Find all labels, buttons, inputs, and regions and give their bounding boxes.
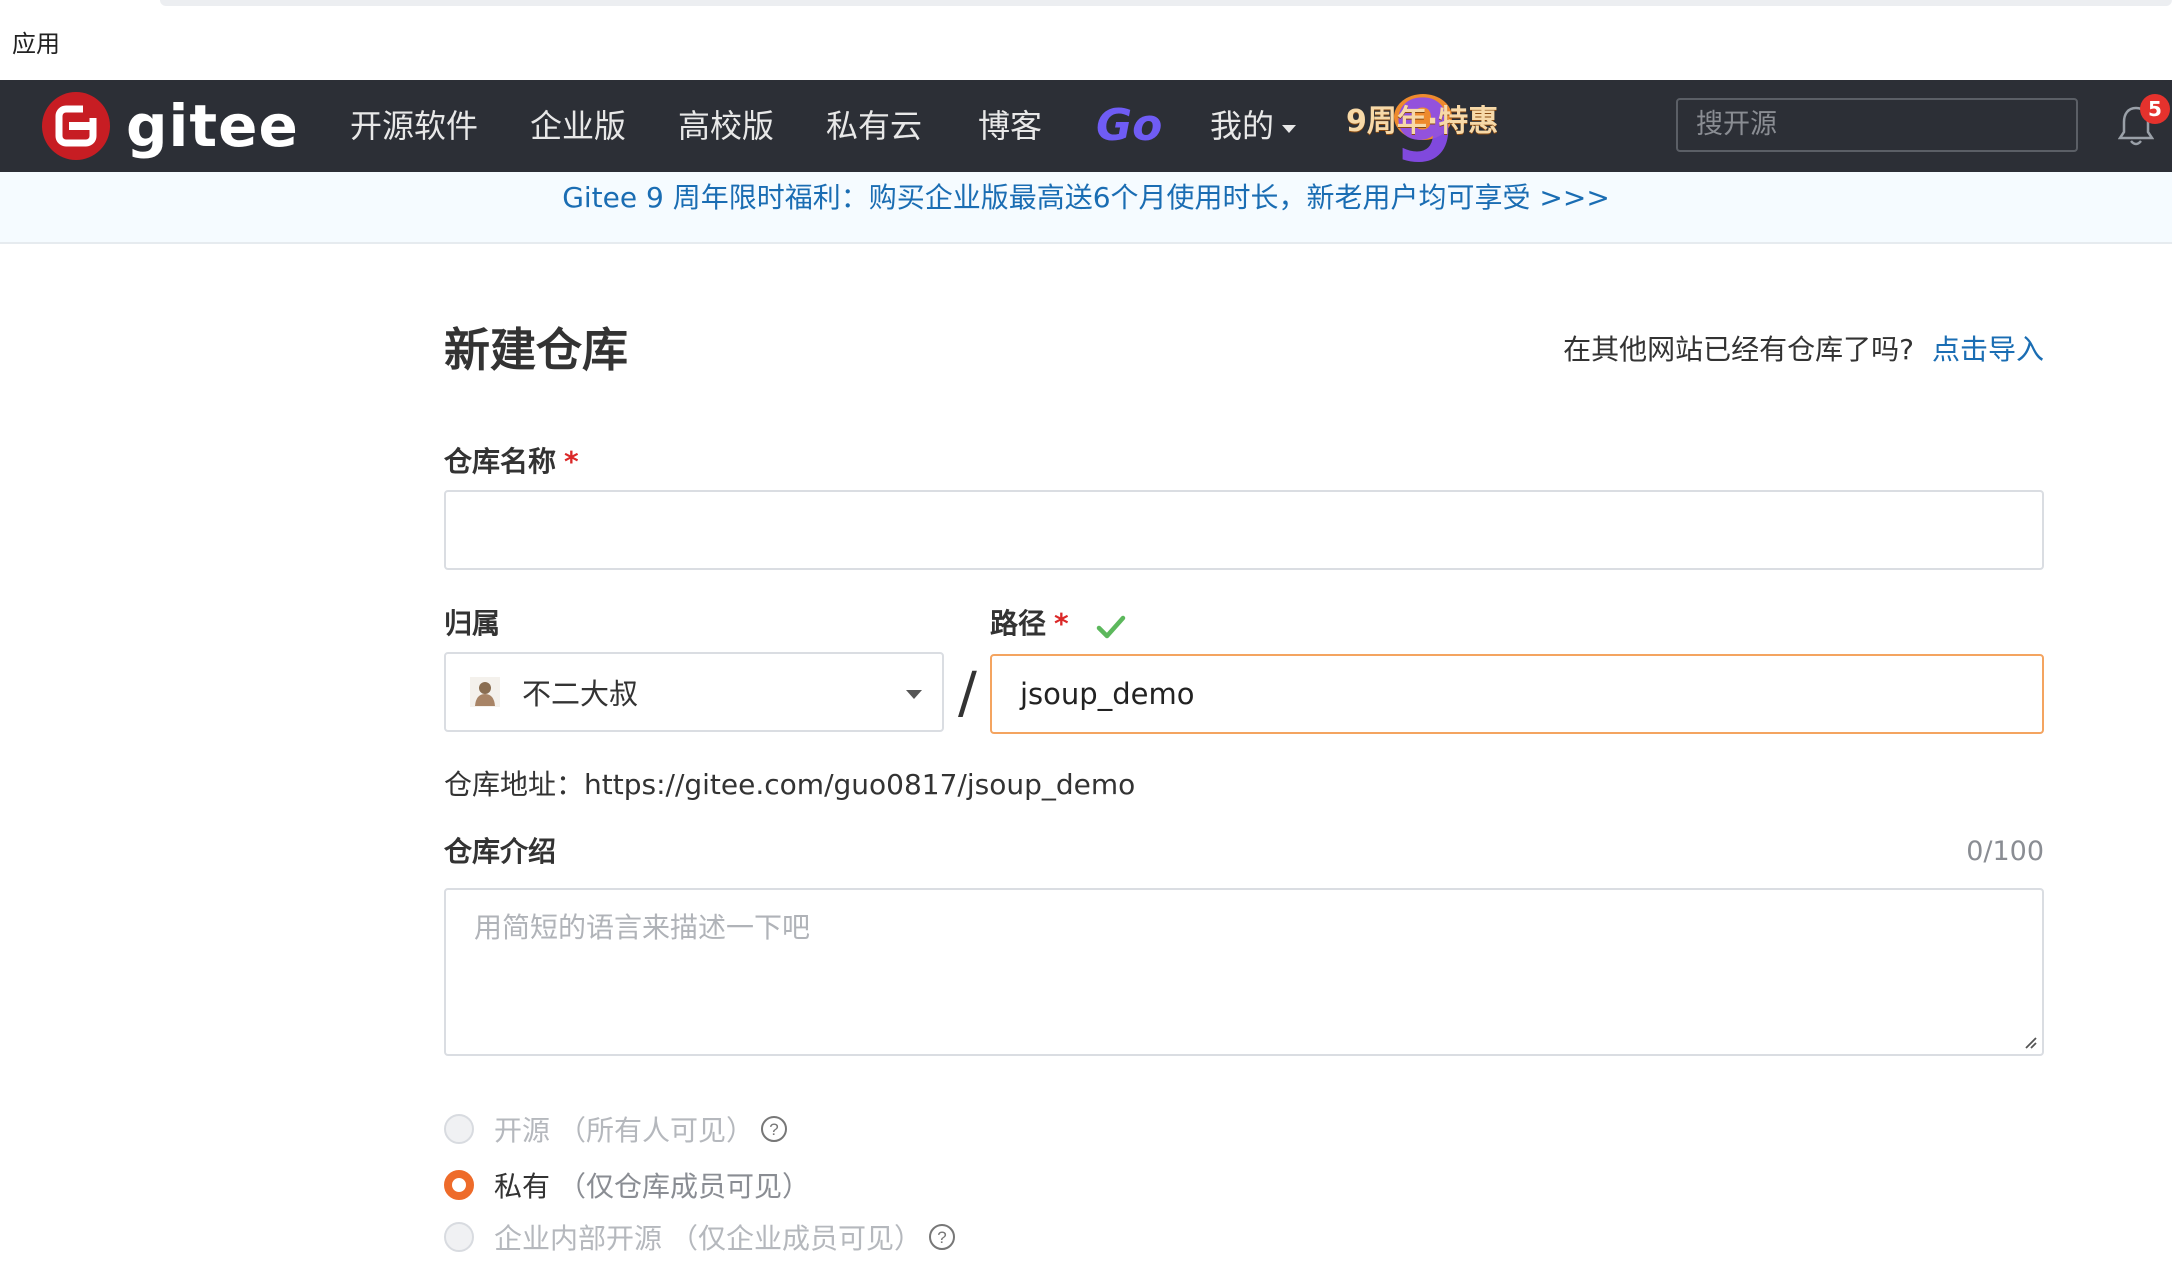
repo-name-label-text: 仓库名称 <box>444 445 557 478</box>
nav-blog[interactable]: 博客 <box>978 102 1042 150</box>
repo-path-input[interactable]: jsoup_demo <box>990 654 2044 734</box>
help-icon[interactable]: ? <box>928 1223 956 1251</box>
visibility-hint: （所有人可见） <box>558 1114 755 1147</box>
visibility-hint: （仅企业成员可见） <box>670 1222 923 1255</box>
radio-button[interactable] <box>444 1114 474 1144</box>
repo-address: 仓库地址：https://gitee.com/guo0817/jsoup_dem… <box>444 764 1135 806</box>
required-mark: * <box>564 445 579 478</box>
path-separator: / <box>958 661 977 726</box>
owner-value: 不二大叔 <box>522 677 639 711</box>
path-label-text: 路径 <box>990 607 1047 640</box>
repo-address-url: https://gitee.com/guo0817/jsoup_demo <box>584 768 1136 801</box>
visibility-option-enterprise[interactable]: 企业内部开源 （仅企业成员可见） ? <box>444 1216 956 1258</box>
desc-textarea[interactable]: 用简短的语言来描述一下吧 <box>444 888 2044 1056</box>
owner-select[interactable]: 不二大叔 <box>444 652 944 732</box>
desc-placeholder: 用简短的语言来描述一下吧 <box>474 911 811 944</box>
visibility-option-private[interactable]: 私有 （仅仓库成员可见） <box>444 1164 810 1206</box>
gitee-logo-icon <box>42 92 110 160</box>
desc-counter: 0/100 <box>1966 836 2044 867</box>
gitee-logo-text: gitee <box>126 92 299 160</box>
chevron-down-icon <box>1282 125 1297 133</box>
nav-education[interactable]: 高校版 <box>678 102 774 150</box>
browser-tab-edge <box>160 0 2172 6</box>
anniversary-promo[interactable]: 9 9周年·特惠 <box>1342 88 1512 175</box>
page-title: 新建仓库 <box>444 323 628 377</box>
notification-badge: 5 <box>2140 94 2170 124</box>
nav-open-source[interactable]: 开源软件 <box>350 102 478 150</box>
avatar <box>470 677 500 707</box>
promo-banner-link[interactable]: Gitee 9 周年限时福利：购买企业版最高送6个月使用时长，新老用户均可享受 … <box>562 181 1610 214</box>
svg-text:?: ? <box>937 1228 946 1247</box>
import-link[interactable]: 点击导入 <box>1932 333 2044 366</box>
repo-address-prefix: 仓库地址： <box>444 768 585 801</box>
promo-banner: Gitee 9 周年限时福利：购买企业版最高送6个月使用时长，新老用户均可享受 … <box>0 172 2172 244</box>
nav-enterprise[interactable]: 企业版 <box>530 102 626 150</box>
check-icon <box>1096 615 1126 639</box>
visibility-label: 开源 <box>494 1114 551 1147</box>
anniversary-label: 9周年·特惠 <box>1346 104 1499 139</box>
visibility-label: 私有 <box>494 1170 551 1203</box>
nav-private-cloud[interactable]: 私有云 <box>826 102 922 150</box>
visibility-option-public[interactable]: 开源 （所有人可见） ? <box>444 1108 788 1150</box>
top-navbar: gitee 开源软件 企业版 高校版 私有云 博客 Go 我的 9 9周年·特惠… <box>0 80 2172 175</box>
help-icon[interactable]: ? <box>760 1115 788 1143</box>
gitee-logo[interactable]: gitee <box>42 92 299 160</box>
radio-button-checked[interactable] <box>444 1170 474 1200</box>
resize-grip-icon[interactable] <box>2022 1034 2038 1050</box>
nav-go[interactable]: Go <box>1096 98 1162 154</box>
radio-button[interactable] <box>444 1222 474 1252</box>
chevron-down-icon <box>906 690 922 699</box>
repo-name-label: 仓库名称 * <box>444 442 579 482</box>
apps-bookmark[interactable]: 应用 <box>12 24 60 59</box>
svg-text:?: ? <box>769 1120 778 1139</box>
required-mark: * <box>1054 607 1069 640</box>
visibility-hint: （仅仓库成员可见） <box>558 1170 811 1203</box>
desc-label: 仓库介绍 <box>444 835 557 868</box>
visibility-label: 企业内部开源 <box>494 1222 663 1255</box>
repo-name-input[interactable] <box>444 490 2044 570</box>
new-repo-form: 新建仓库 在其他网站已经有仓库了吗? 点击导入 仓库名称 * 归属 不二大叔 / 路… <box>444 242 2044 1272</box>
nav-mine-label: 我的 <box>1210 107 1275 145</box>
owner-label: 归属 <box>444 607 501 640</box>
import-prompt: 在其他网站已经有仓库了吗? 点击导入 <box>1563 328 2044 372</box>
path-label: 路径 * <box>990 604 1069 644</box>
nav-mine-dropdown[interactable]: 我的 <box>1210 102 1297 150</box>
browser-bookmarks-bar: 应用 <box>0 0 2172 80</box>
import-question: 在其他网站已经有仓库了吗? <box>1563 333 1914 366</box>
search-input[interactable]: 搜开源 <box>1676 98 2078 152</box>
